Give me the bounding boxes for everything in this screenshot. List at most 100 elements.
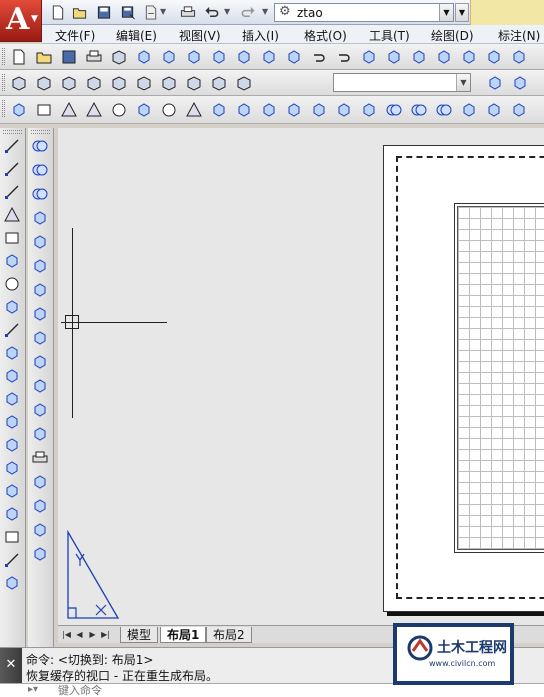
save-icon[interactable] xyxy=(60,48,78,66)
3d-dwf-icon[interactable] xyxy=(160,48,178,66)
toolbar-grip[interactable] xyxy=(2,74,5,91)
ne-iso-icon[interactable] xyxy=(210,74,228,92)
plot-icon[interactable] xyxy=(85,48,103,66)
add-selected-icon[interactable] xyxy=(3,574,21,592)
delete-faces-icon[interactable] xyxy=(31,281,49,299)
left-view-icon[interactable] xyxy=(60,74,78,92)
plot-preview-icon[interactable] xyxy=(110,48,128,66)
menu-file[interactable]: 文件(F) xyxy=(55,27,95,44)
cut-icon[interactable] xyxy=(185,48,203,66)
tab-model[interactable]: 模型 xyxy=(120,627,159,643)
properties-icon[interactable] xyxy=(460,48,478,66)
gradient-icon[interactable] xyxy=(3,482,21,500)
prev-tab-icon[interactable]: ◀ xyxy=(74,628,85,641)
nw-iso-icon[interactable] xyxy=(235,74,253,92)
block-editor-icon[interactable] xyxy=(285,48,303,66)
copy-edges-icon[interactable] xyxy=(31,401,49,419)
offset-faces-icon[interactable] xyxy=(31,257,49,275)
close-icon[interactable]: ✕ xyxy=(0,648,22,684)
publish-icon[interactable] xyxy=(143,5,159,20)
cone-icon[interactable] xyxy=(85,101,103,119)
hatch-icon[interactable] xyxy=(3,459,21,477)
new-icon[interactable] xyxy=(10,48,28,66)
save-as-icon[interactable] xyxy=(120,5,136,20)
taper-faces-icon[interactable] xyxy=(31,329,49,347)
toolbar-grip[interactable] xyxy=(3,130,22,134)
design-center-icon[interactable] xyxy=(485,48,503,66)
command-prompt-icon[interactable]: ▸▾ xyxy=(28,684,38,695)
multiline-text-icon[interactable] xyxy=(3,551,21,569)
chevron-down-icon[interactable]: ▼ xyxy=(439,4,453,21)
quick-access-menu-button[interactable]: ▼ xyxy=(455,3,469,22)
shell-icon[interactable] xyxy=(31,521,49,539)
zoom-window-icon[interactable] xyxy=(410,48,428,66)
zoom-realtime-icon[interactable] xyxy=(385,48,403,66)
rectangle-icon[interactable] xyxy=(3,229,21,247)
subtract-icon[interactable] xyxy=(410,101,428,119)
front-view-icon[interactable] xyxy=(110,74,128,92)
construction-line-icon[interactable] xyxy=(3,160,21,178)
ellipse-icon[interactable] xyxy=(3,344,21,362)
helix-icon[interactable] xyxy=(210,101,228,119)
extrude-icon[interactable] xyxy=(260,101,278,119)
redo-icon[interactable] xyxy=(335,48,353,66)
publish-icon[interactable] xyxy=(135,48,153,66)
pan-icon[interactable] xyxy=(360,48,378,66)
3d-move-icon[interactable] xyxy=(460,101,478,119)
last-tab-icon[interactable]: ▶| xyxy=(100,628,111,641)
color-faces-icon[interactable] xyxy=(31,377,49,395)
new-icon[interactable] xyxy=(50,5,66,20)
polysolid-icon[interactable] xyxy=(10,101,28,119)
save-icon[interactable] xyxy=(96,5,112,20)
application-menu-button[interactable]: A ▼ xyxy=(0,0,42,42)
move-faces-icon[interactable] xyxy=(31,233,49,251)
loft-icon[interactable] xyxy=(360,101,378,119)
bottom-view-icon[interactable] xyxy=(35,74,53,92)
clean-icon[interactable] xyxy=(31,473,49,491)
menu-edit[interactable]: 编辑(E) xyxy=(116,27,157,44)
menu-view[interactable]: 视图(V) xyxy=(179,27,221,44)
workspace-dropdown[interactable]: ⚙ ztao ▼ xyxy=(274,3,454,22)
paste-icon[interactable] xyxy=(235,48,253,66)
next-tab-icon[interactable]: ▶ xyxy=(87,628,98,641)
toolbar-grip[interactable] xyxy=(2,100,5,117)
chevron-down-icon[interactable]: ▼ xyxy=(456,74,470,91)
ellipse-arc-icon[interactable] xyxy=(3,367,21,385)
region-icon[interactable] xyxy=(3,505,21,523)
separate-icon[interactable] xyxy=(31,497,49,515)
intersect-icon[interactable] xyxy=(435,101,453,119)
imprint-icon[interactable] xyxy=(31,449,49,467)
line-icon[interactable] xyxy=(3,137,21,155)
revolve-icon[interactable] xyxy=(335,101,353,119)
polyline-icon[interactable] xyxy=(3,183,21,201)
cylinder-icon[interactable] xyxy=(135,101,153,119)
open-icon[interactable] xyxy=(72,5,88,20)
union-icon[interactable] xyxy=(31,137,49,155)
zoom-previous-icon[interactable] xyxy=(435,48,453,66)
color-edges-icon[interactable] xyxy=(31,425,49,443)
top-view-icon[interactable] xyxy=(10,74,28,92)
right-view-icon[interactable] xyxy=(85,74,103,92)
box-icon[interactable] xyxy=(35,101,53,119)
circle-icon[interactable] xyxy=(3,275,21,293)
menu-dimension[interactable]: 标注(N) xyxy=(498,27,540,44)
check-icon[interactable] xyxy=(31,545,49,563)
layout-viewport[interactable] xyxy=(454,203,544,553)
union-icon[interactable] xyxy=(385,101,403,119)
chevron-down-icon[interactable]: ▼ xyxy=(224,7,230,16)
copy-icon[interactable] xyxy=(210,48,228,66)
sweep-icon[interactable] xyxy=(310,101,328,119)
sw-iso-icon[interactable] xyxy=(160,74,178,92)
tab-layout2[interactable]: 布局2 xyxy=(206,627,252,643)
wedge-icon[interactable] xyxy=(60,101,78,119)
presspull-icon[interactable] xyxy=(285,101,303,119)
3d-align-icon[interactable] xyxy=(510,101,528,119)
planar-surface-icon[interactable] xyxy=(235,101,253,119)
print-icon[interactable] xyxy=(180,5,196,20)
drawing-area[interactable] xyxy=(58,128,544,625)
menu-tools[interactable]: 工具(T) xyxy=(369,27,410,44)
tool-palettes-icon[interactable] xyxy=(510,48,528,66)
intersect-icon[interactable] xyxy=(31,185,49,203)
spline-icon[interactable] xyxy=(3,321,21,339)
toolbar-grip[interactable] xyxy=(31,130,50,134)
